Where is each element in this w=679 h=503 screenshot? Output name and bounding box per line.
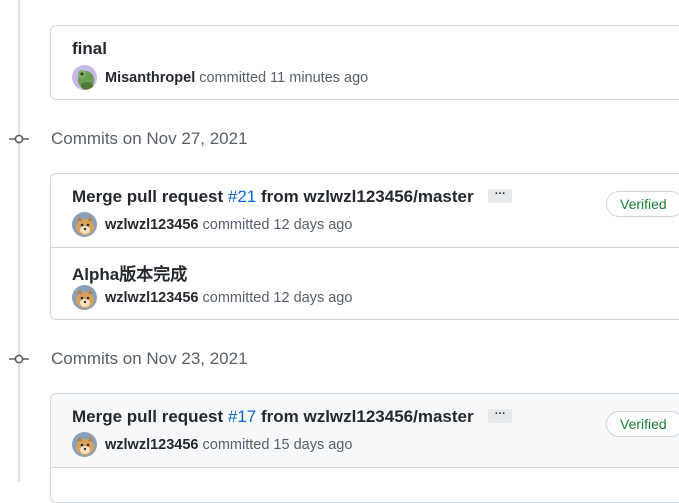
commit-message-link[interactable]: from wzlwzl123456/master [261,407,474,426]
timeline-line [18,0,20,482]
commit-row[interactable]: Merge pull request #17 from wzlwzl123456… [51,394,679,468]
commit-title[interactable]: Alpha版本完成 [72,260,187,285]
commits-date-heading: Commits on Nov 23, 2021 [51,349,248,368]
commit-title[interactable]: Merge pull request #17 from wzlwzl123456… [72,407,513,427]
dog-avatar-icon [72,285,97,310]
pull-request-link[interactable]: #17 [228,407,256,426]
commit-time: 12 days ago [273,216,353,233]
commit-group-card: final Misanthropel committed 11 minutes … [50,25,679,100]
commit-action: committed [202,289,270,306]
commit-row[interactable]: final Misanthropel committed 11 minutes … [51,26,679,99]
pull-request-link[interactable]: #21 [228,187,256,206]
commit-message-link[interactable]: Alpha版本完成 [72,265,187,284]
git-commit-icon [9,134,29,144]
commit-time: 15 days ago [273,436,353,453]
commit-row[interactable]: Alpha版本完成 wzlwzl123456 committed 12 days… [51,248,679,319]
author-link[interactable]: wzlwzl123456 [105,217,199,233]
commits-date-heading: Commits on Nov 27, 2021 [51,129,248,148]
avatar[interactable] [72,65,97,90]
commit-message-link[interactable]: Merge pull request [72,187,223,206]
expand-message-button[interactable]: ··· [488,408,513,423]
dog-avatar-icon [72,212,97,237]
author-link[interactable]: wzlwzl123456 [105,437,199,453]
commit-message-link[interactable]: from wzlwzl123456/master [261,187,474,206]
author-link[interactable]: wzlwzl123456 [105,290,199,306]
commit-row[interactable]: Merge pull request #21 from wzlwzl123456… [51,174,679,248]
commit-row[interactable] [51,468,679,502]
frog-avatar-icon [72,65,97,90]
commit-time: 12 days ago [273,289,353,306]
avatar[interactable] [72,432,97,457]
commit-action: committed [199,69,267,86]
commit-message-link[interactable]: final [72,39,107,58]
git-commit-icon [9,354,29,364]
author-link[interactable]: Misanthropel [105,70,195,86]
commit-title[interactable]: final [72,39,107,59]
verified-badge[interactable]: Verified [606,411,679,437]
commit-group-card: Merge pull request #17 from wzlwzl123456… [50,393,679,503]
commit-action: committed [202,436,270,453]
expand-message-button[interactable]: ··· [488,188,513,203]
avatar[interactable] [72,212,97,237]
commit-title[interactable]: Merge pull request #21 from wzlwzl123456… [72,187,513,207]
commit-time: 11 minutes ago [270,69,369,86]
commit-group-card: Merge pull request #21 from wzlwzl123456… [50,173,679,320]
commit-message-link[interactable]: Merge pull request [72,407,223,426]
verified-badge[interactable]: Verified [606,191,679,217]
avatar[interactable] [72,285,97,310]
dog-avatar-icon [72,432,97,457]
commit-action: committed [202,216,270,233]
